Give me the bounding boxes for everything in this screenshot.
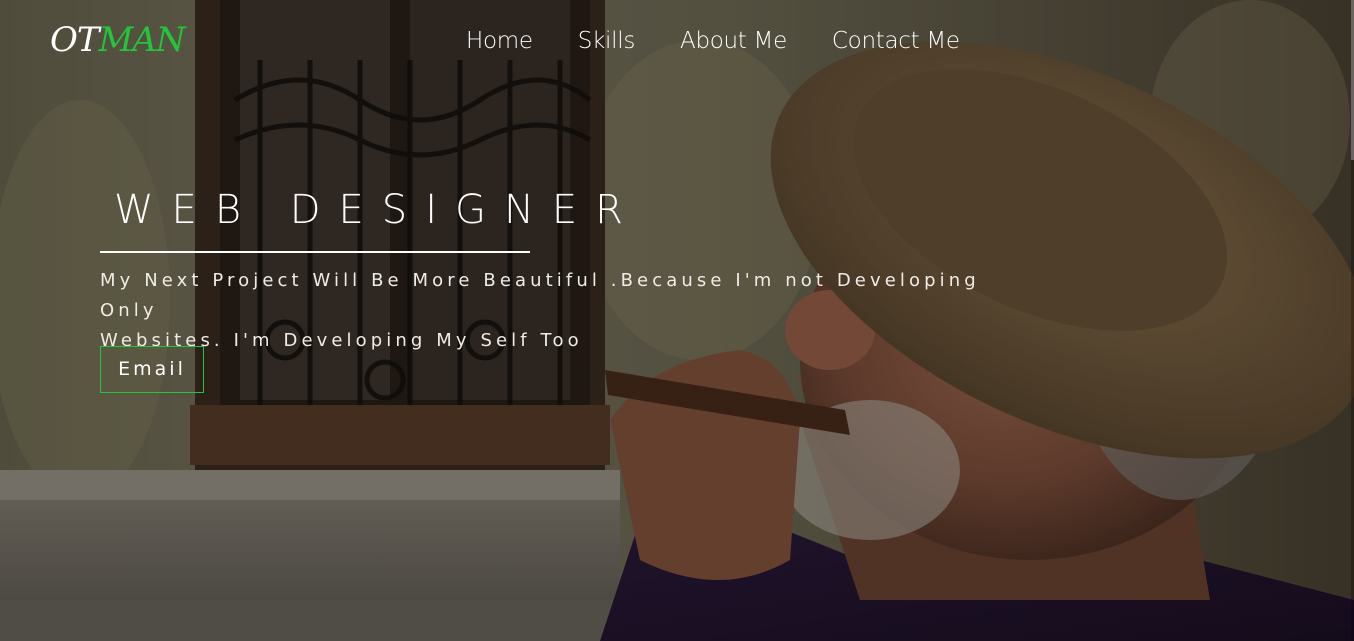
main-nav: Home Skills About Me Contact Me xyxy=(466,26,1005,56)
hero-headline: WEB DESIGNER xyxy=(114,187,641,233)
brand-logo[interactable]: OTMAN xyxy=(50,20,186,60)
tagline-line-1: My Next Project Will Be More Beautiful .… xyxy=(100,270,980,321)
nav-link-skills[interactable]: Skills xyxy=(578,26,636,56)
nav-link-about-me[interactable]: About Me xyxy=(680,26,787,56)
hero-tagline: My Next Project Will Be More Beautiful .… xyxy=(100,266,1000,356)
nav-link-home[interactable]: Home xyxy=(466,26,533,56)
nav-link-contact-me[interactable]: Contact Me xyxy=(832,26,960,56)
hero-section: OTMAN Home Skills About Me Contact Me WE… xyxy=(0,0,1354,641)
email-button[interactable]: Email xyxy=(100,346,204,393)
tagline-line-2: Websites. I'm Developing My Self Too xyxy=(100,330,583,351)
logo-text-white: OT xyxy=(50,20,100,60)
headline-underline xyxy=(100,251,530,253)
logo-text-green: MAN xyxy=(98,20,186,60)
